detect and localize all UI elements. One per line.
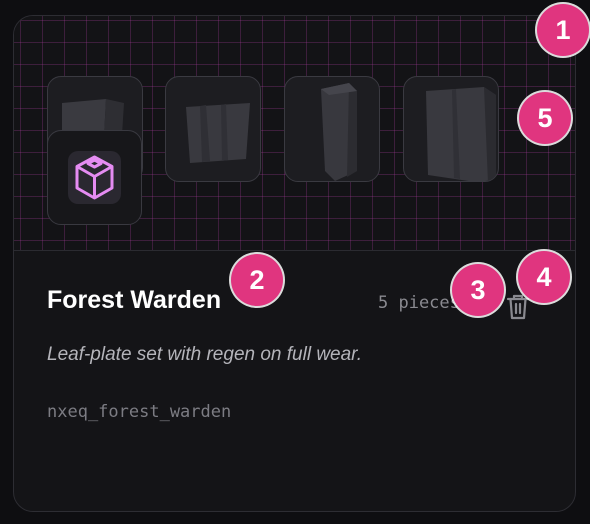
set-icon-background [68,151,121,204]
cube-icon [75,155,114,200]
marker-1: 1 [537,4,589,56]
set-slug: nxeq_forest_warden [47,402,232,422]
armor-piece-icon [426,87,496,181]
set-icon-tile [47,130,142,225]
marker-5: 5 [519,92,571,144]
set-description: Leaf-plate set with regen on full wear. [47,344,363,365]
set-title: Forest Warden [47,286,222,314]
armor-set-card[interactable]: Forest Warden 5 pieces Leaf-plate set wi… [13,15,576,512]
preview-area [14,16,575,251]
pieces-count: 5 pieces [378,293,460,313]
piece-thumbnail-3[interactable] [284,76,380,182]
armor-piece-icon [321,83,357,181]
marker-2: 2 [231,254,283,306]
armor-piece-icon [186,103,250,163]
piece-thumbnail-4[interactable] [403,76,499,182]
marker-3: 3 [452,264,504,316]
piece-thumbnail-2[interactable] [165,76,261,182]
marker-4: 4 [518,251,570,303]
